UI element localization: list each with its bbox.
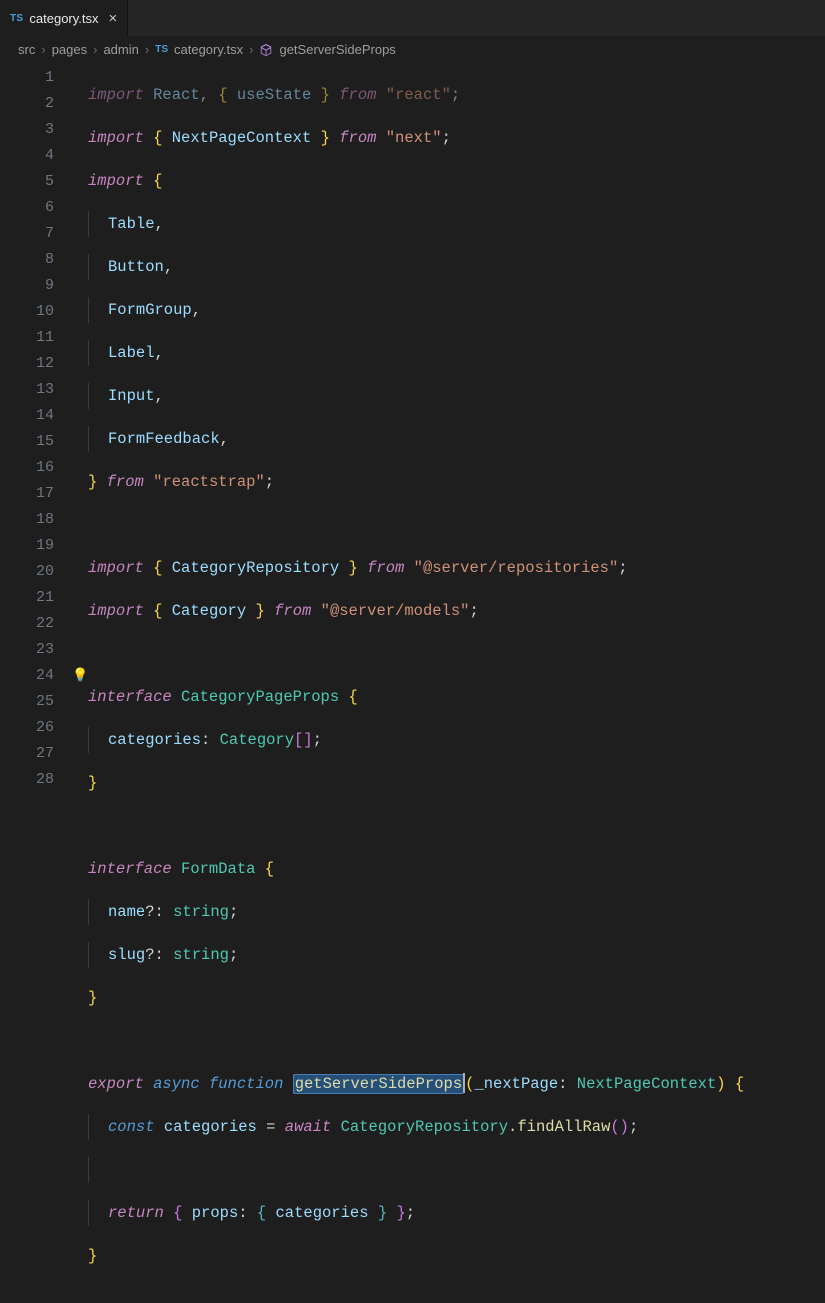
line-number: 7 [0,221,62,247]
code-line: import React, { useState } from "react"; [88,82,825,108]
breadcrumb-item[interactable]: admin [103,42,138,57]
line-number: 24 [0,663,62,689]
method-icon [259,43,273,57]
line-number: 13 [0,377,62,403]
code-line: interface FormData { [88,856,825,882]
line-number: 18 [0,507,62,533]
breadcrumb: src › pages › admin › TS category.tsx › … [0,36,825,65]
line-number: 16 [0,455,62,481]
code-line: name?: string; [88,899,825,925]
code-line: Input, [88,383,825,409]
line-number: 5 [0,169,62,195]
code-line [88,1028,825,1054]
line-number: 9 [0,273,62,299]
chevron-right-icon: › [249,42,253,57]
code-line: } [88,1243,825,1269]
chevron-right-icon: › [93,42,97,57]
breadcrumb-item[interactable]: pages [52,42,87,57]
typescript-badge-icon: TS [10,13,23,24]
line-number: 28 [0,767,62,793]
code-line: } [88,770,825,796]
code-line: export async function getServerSideProps… [88,1071,825,1097]
line-number: 4 [0,143,62,169]
breadcrumb-item[interactable]: src [18,42,35,57]
code-line: Table, [88,211,825,237]
line-number: 25 [0,689,62,715]
close-icon[interactable]: × [105,11,118,26]
code-line: const categories = await CategoryReposit… [88,1114,825,1140]
code-line: Button, [88,254,825,280]
line-number: 20 [0,559,62,585]
breadcrumb-symbol[interactable]: getServerSideProps [279,42,395,57]
line-number: 6 [0,195,62,221]
code-line: import { NextPageContext } from "next"; [88,125,825,151]
code-line: interface CategoryPageProps { [88,684,825,710]
tab-bar: TS category.tsx × [0,0,825,36]
line-number: 3 [0,117,62,143]
line-number: 19 [0,533,62,559]
line-number: 10 [0,299,62,325]
line-number: 17 [0,481,62,507]
chevron-right-icon: › [41,42,45,57]
code-line: FormFeedback, [88,426,825,452]
code-line: slug?: string; [88,942,825,968]
line-number: 11 [0,325,62,351]
line-number [0,793,62,819]
code-line: Label, [88,340,825,366]
line-number: 14 [0,403,62,429]
line-number: 21 [0,585,62,611]
line-number: 2 [0,91,62,117]
typescript-badge-icon: TS [155,44,168,55]
code-line: FormGroup, [88,297,825,323]
code-editor[interactable]: 1 2 3 4 5 6 7 8 9 10 11 12 13 14 15 16 1… [0,65,825,1303]
tab-active[interactable]: TS category.tsx × [0,0,128,36]
code-line [88,641,825,667]
line-number-gutter: 1 2 3 4 5 6 7 8 9 10 11 12 13 14 15 16 1… [0,65,62,1303]
chevron-right-icon: › [145,42,149,57]
code-line: categories: Category[]; [88,727,825,753]
tab-filename: category.tsx [29,11,98,26]
code-line [88,1157,825,1183]
code-content[interactable]: import React, { useState } from "react";… [62,65,825,1303]
line-number: 15 [0,429,62,455]
line-number: 1 [0,65,62,91]
breadcrumb-file[interactable]: category.tsx [174,42,243,57]
code-line: import { CategoryRepository } from "@ser… [88,555,825,581]
line-number: 12 [0,351,62,377]
code-line: import { Category } from "@server/models… [88,598,825,624]
code-line: import { [88,168,825,194]
line-number: 23 [0,637,62,663]
code-line: } from "reactstrap"; [88,469,825,495]
code-line: } [88,985,825,1011]
code-line [88,512,825,538]
selected-symbol: getServerSideProps [293,1074,464,1094]
code-line: return { props: { categories } }; [88,1200,825,1226]
line-number: 22 [0,611,62,637]
line-number: 8 [0,247,62,273]
line-number: 26 [0,715,62,741]
code-line [88,813,825,839]
line-number: 27 [0,741,62,767]
